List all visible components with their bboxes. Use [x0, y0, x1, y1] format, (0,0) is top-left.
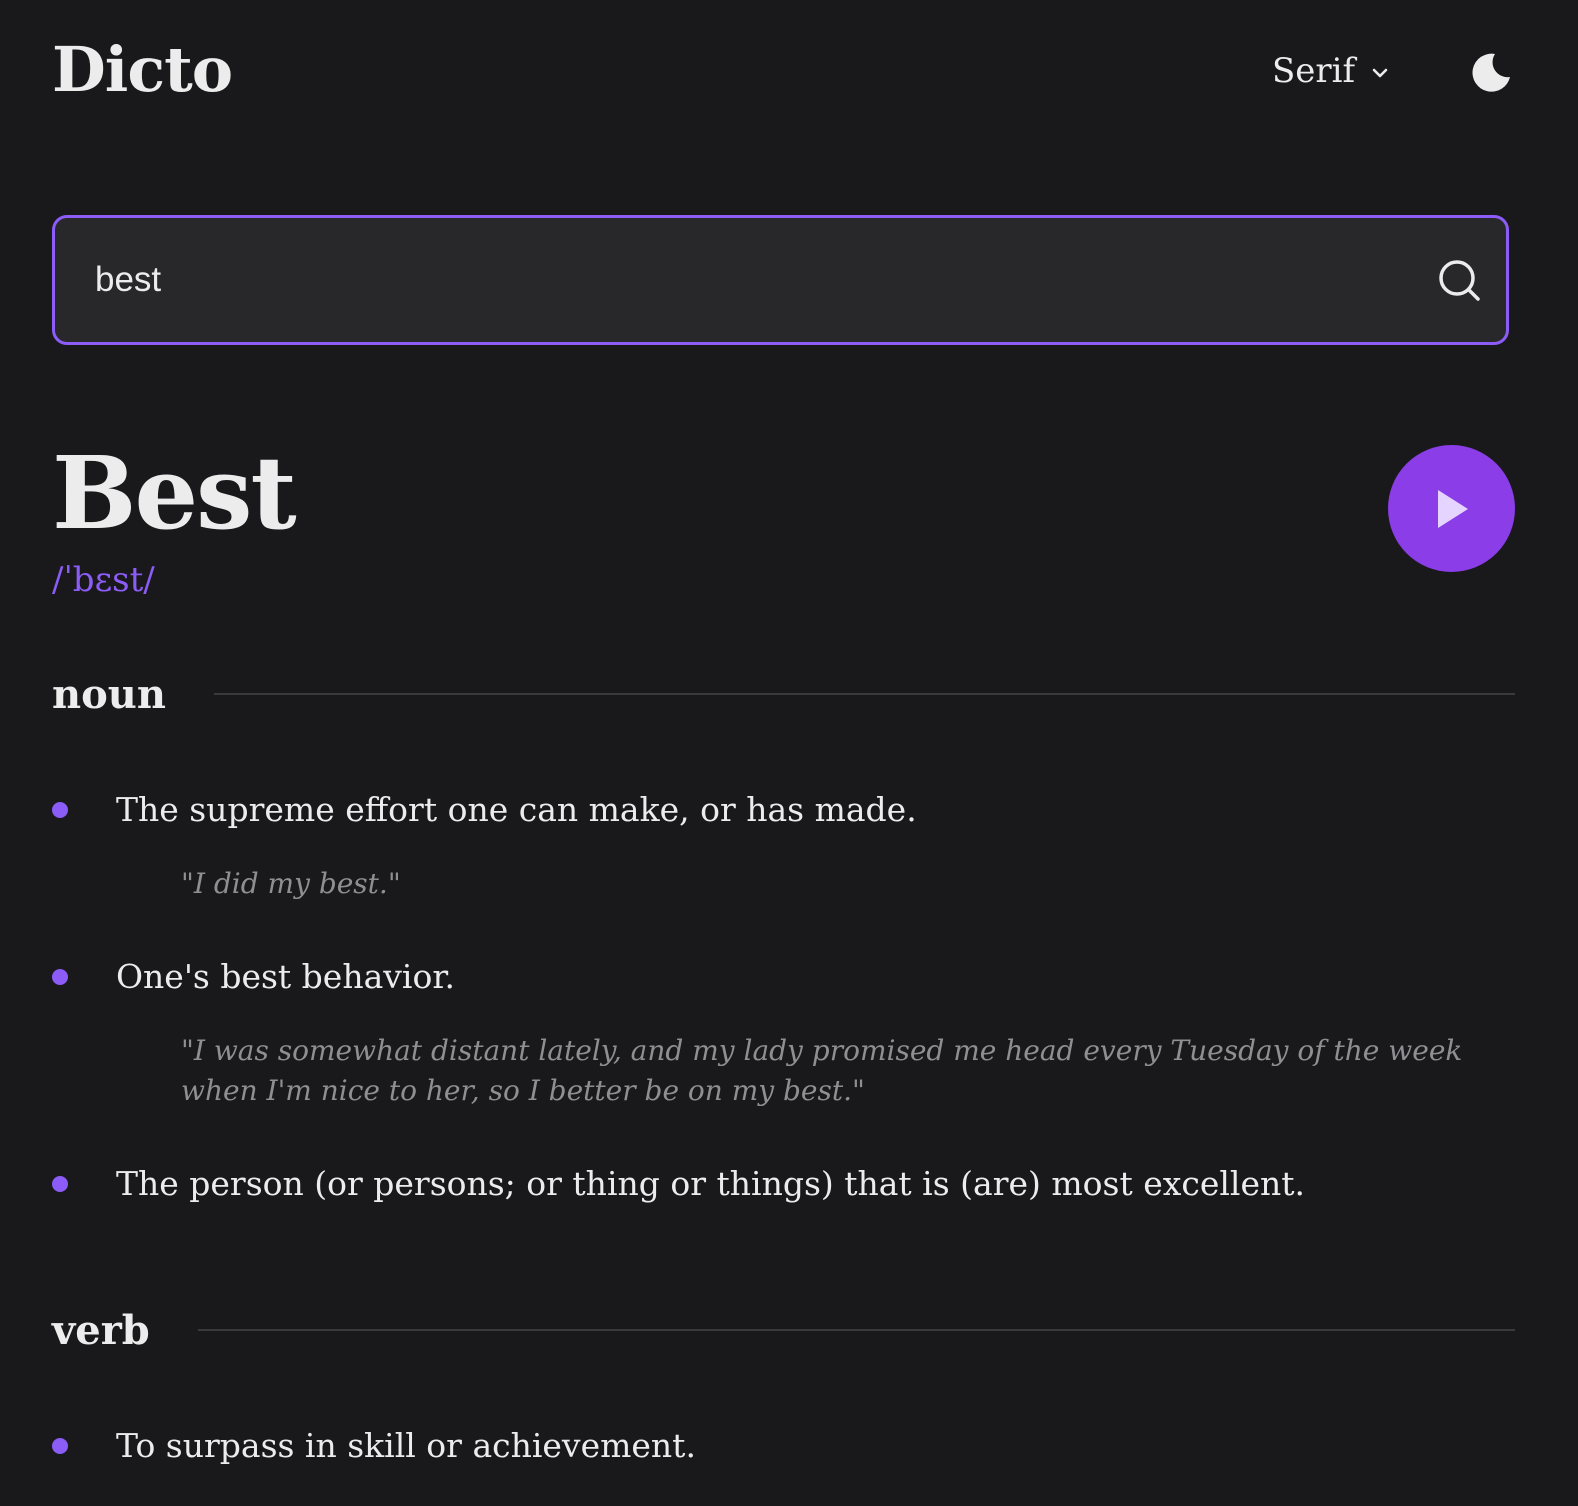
bullet-icon	[52, 1438, 68, 1454]
definition-example: "I did my best."	[181, 867, 401, 900]
search-icon[interactable]	[1437, 258, 1483, 304]
chevron-down-icon	[1372, 68, 1388, 78]
section-divider	[197, 1329, 1515, 1331]
bullet-icon	[52, 969, 68, 985]
part-of-speech-header: noun	[52, 664, 1515, 724]
play-icon	[1437, 489, 1468, 528]
bullet-icon	[52, 802, 68, 818]
font-select-value: Serif	[1272, 51, 1356, 91]
font-family-select[interactable]: Serif	[1272, 48, 1391, 94]
moon-icon	[1472, 53, 1510, 92]
play-pronunciation-button[interactable]	[1388, 445, 1515, 572]
word-title: Best	[52, 434, 297, 552]
definition-text: The supreme effort one can make, or has …	[116, 790, 917, 829]
part-of-speech-label: noun	[52, 670, 166, 718]
definition-text: One's best behavior.	[116, 957, 455, 996]
app-logo[interactable]: Dicto	[52, 32, 233, 108]
part-of-speech-label: verb	[52, 1306, 150, 1354]
search-input[interactable]	[95, 218, 1415, 342]
definition-text: The person (or persons; or thing or thin…	[116, 1164, 1306, 1203]
definition-example: "I was somewhat distant lately, and my l…	[181, 1034, 1463, 1107]
search-bar	[52, 215, 1509, 345]
part-of-speech-header: verb	[52, 1300, 1515, 1360]
bullet-icon	[52, 1176, 68, 1192]
section-divider	[213, 693, 1515, 695]
theme-toggle-button[interactable]	[1468, 50, 1514, 96]
dictionary-app: Dicto Serif Best /ˈbɛst/ noun The suprem…	[0, 0, 1578, 1506]
definition-text: To surpass in skill or achievement.	[116, 1426, 696, 1465]
phonetic-text: /ˈbɛst/	[52, 560, 155, 600]
